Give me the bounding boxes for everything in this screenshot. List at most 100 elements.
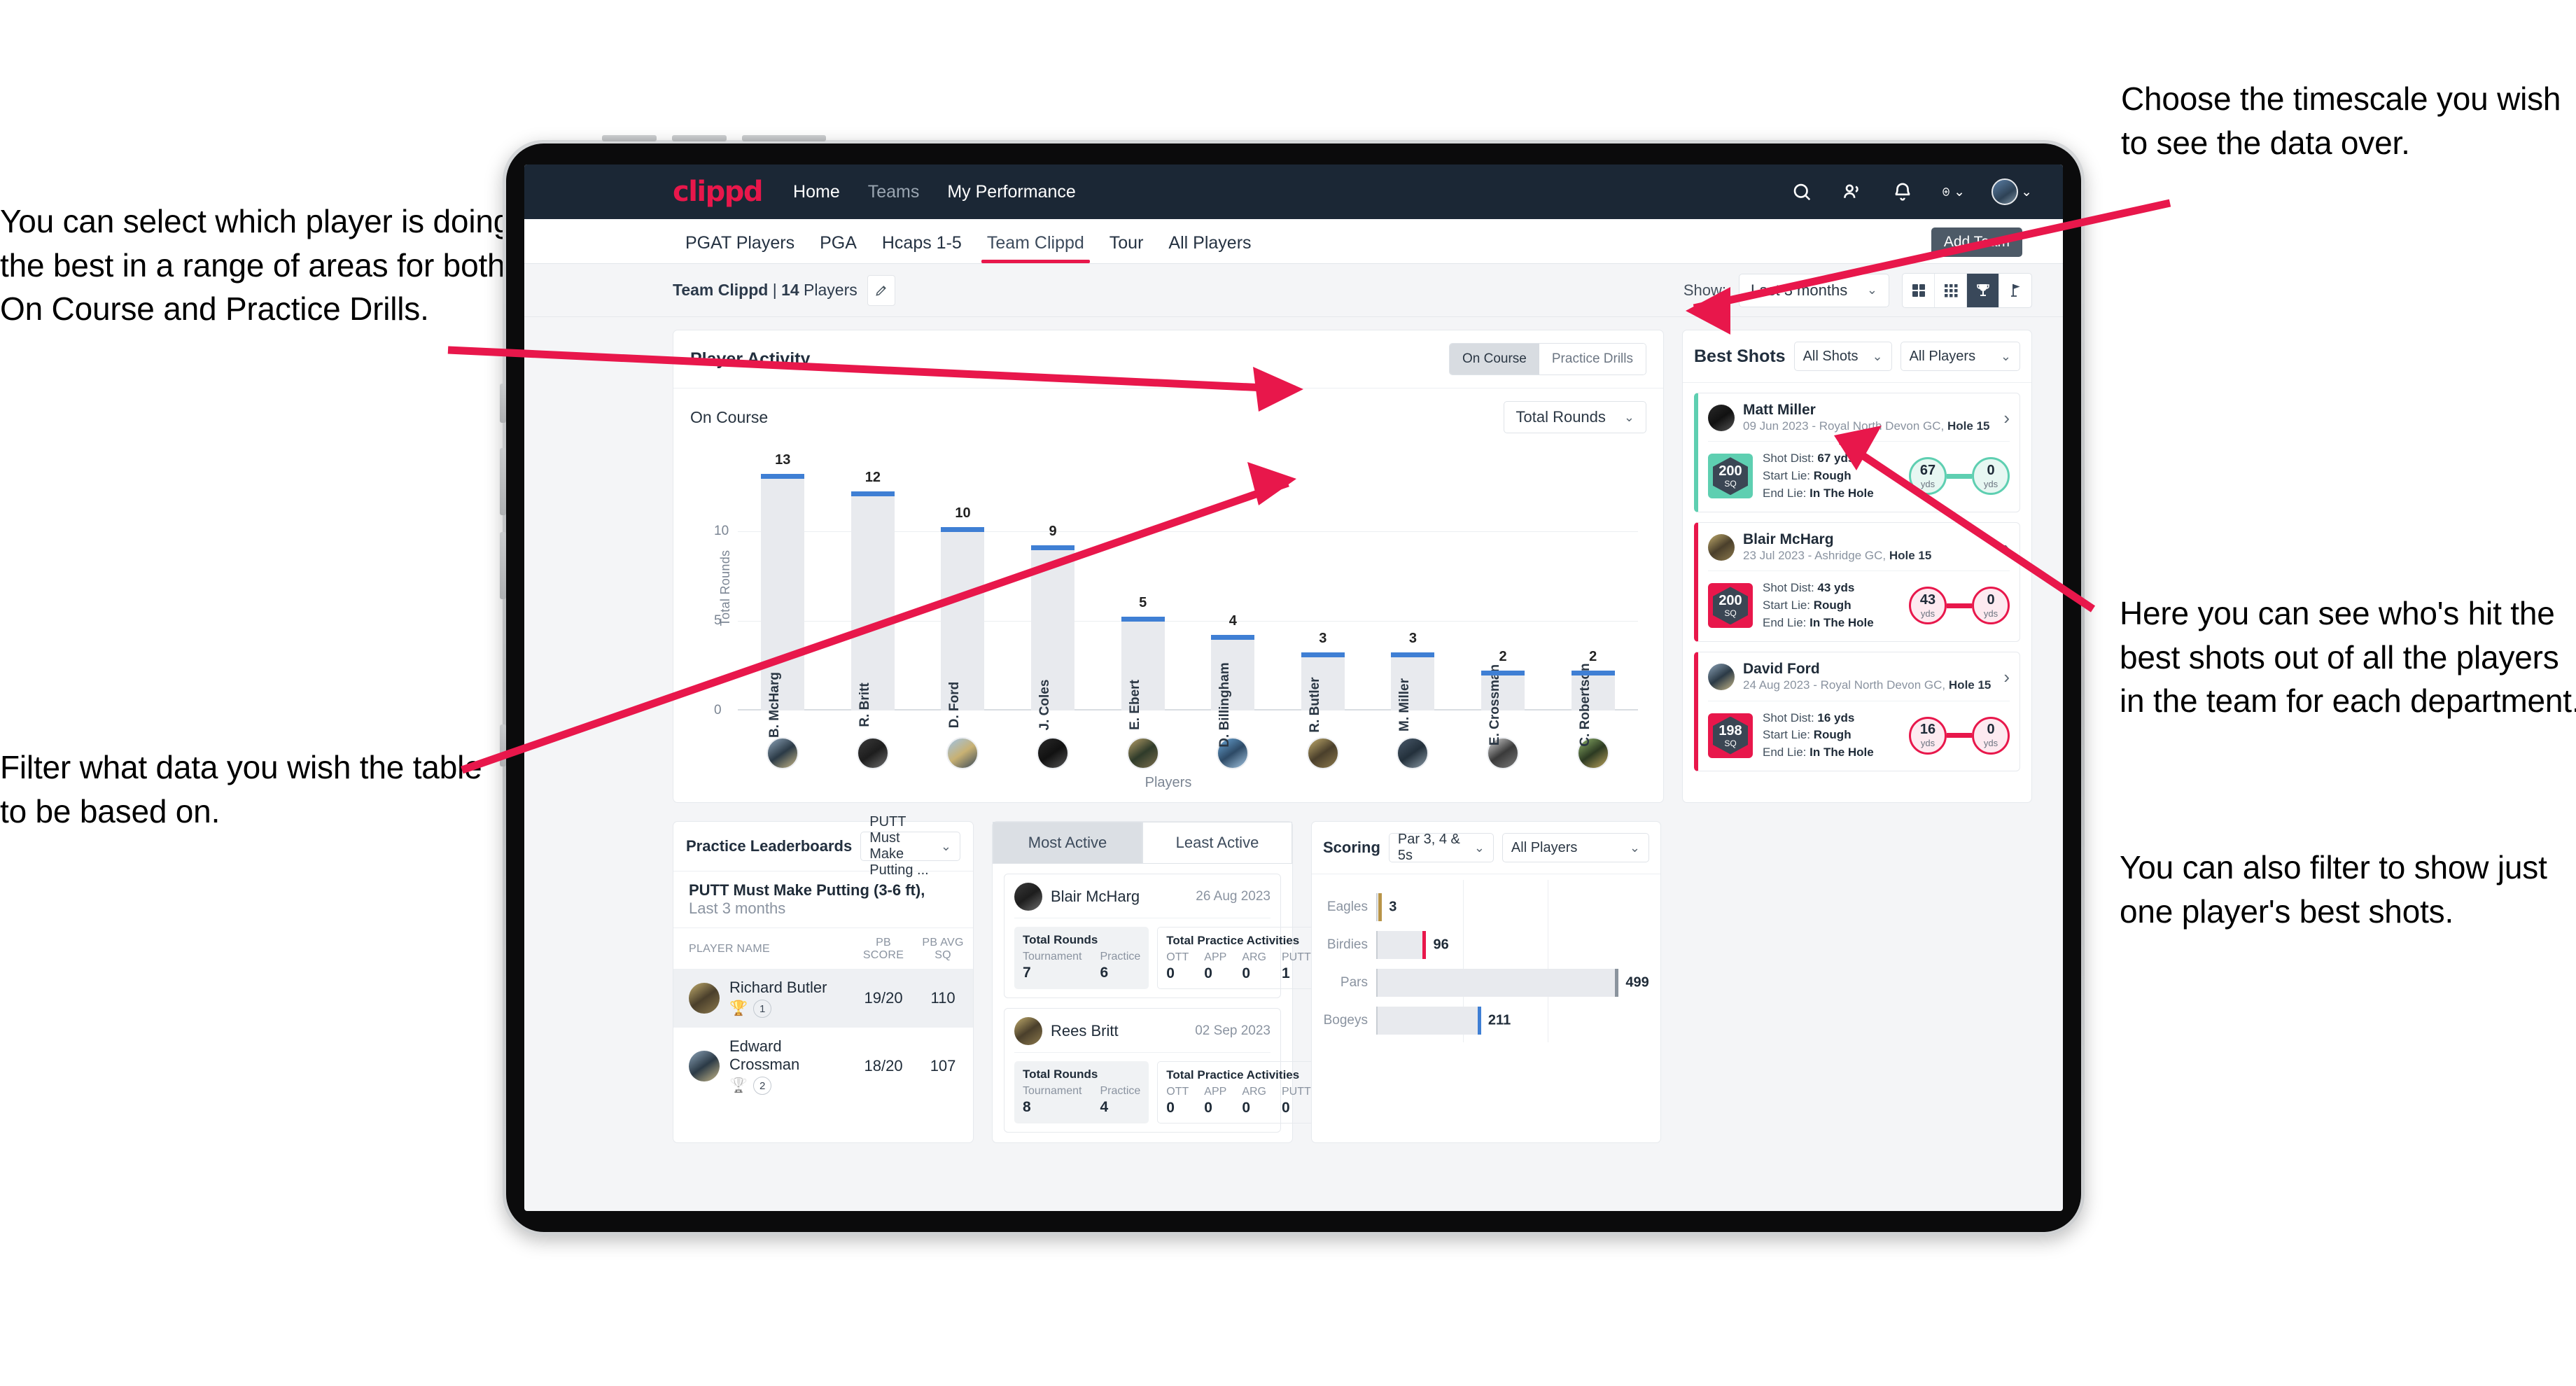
- list-item[interactable]: Rees Britt 02 Sep 2023 Total Rounds Tournam…: [1004, 1008, 1320, 1133]
- chart-bar-column[interactable]: 2 E. Crossman: [1481, 460, 1525, 746]
- tab-hcaps-1-5[interactable]: Hcaps 1-5: [869, 233, 974, 263]
- activity-item-header: Rees Britt 02 Sep 2023: [1014, 1017, 1270, 1053]
- scoring-bar-row[interactable]: Bogeys 211: [1319, 1002, 1645, 1040]
- chart-bar-column[interactable]: 12 R. Britt: [850, 460, 895, 727]
- chart-bar-column[interactable]: 13 B. McHarg: [761, 452, 805, 738]
- chart-bar-column[interactable]: 10 D. Ford: [941, 460, 985, 728]
- scoring-bar-track: 499: [1376, 969, 1649, 997]
- distance-connector: [1947, 733, 1972, 738]
- chevron-right-icon[interactable]: ›: [2003, 666, 2010, 688]
- practice-leaderboards-subtitle: PUTT Must Make Putting (3-6 ft), Last 3 …: [673, 872, 973, 928]
- chevron-down-icon[interactable]: ⌄: [2021, 184, 2032, 200]
- chart-bar-value: 3: [1408, 631, 1418, 647]
- clippd-logo[interactable]: clippd: [673, 176, 764, 208]
- stat-key: Tournament: [1023, 1085, 1082, 1097]
- shot-dist-line: Shot Dist: 16 yds: [1763, 710, 1855, 724]
- grid-large-icon[interactable]: [1903, 273, 1935, 307]
- table-row[interactable]: Richard Butler 🏆 1 19/20 110: [673, 969, 973, 1028]
- tab-pgat-players[interactable]: PGAT Players: [673, 233, 807, 263]
- drill-select[interactable]: PUTT Must Make Putting ... ⌄: [860, 814, 960, 878]
- activity-player-name: Blair McHarg: [1051, 888, 1140, 905]
- metric-select[interactable]: Total Rounds ⌄: [1504, 401, 1646, 433]
- chart-bar: J. Coles: [1031, 545, 1075, 730]
- player-avatar[interactable]: [1037, 737, 1070, 769]
- shot-quality-value: 198: [1718, 722, 1742, 738]
- chevron-right-icon[interactable]: ›: [2003, 537, 2010, 559]
- flagstick-icon[interactable]: [1999, 274, 2031, 307]
- chart-bar-label: C. Robertson: [1577, 663, 1592, 747]
- tab-team-clippd[interactable]: Team Clippd: [974, 233, 1097, 263]
- segment-practice-drills[interactable]: Practice Drills: [1539, 344, 1646, 374]
- nav-link-my-performance[interactable]: My Performance: [947, 182, 1075, 202]
- stat-column: OTT 0: [1166, 951, 1189, 982]
- activity-date: 02 Sep 2023: [1195, 1023, 1270, 1038]
- cell-pb-score: 18/20: [864, 1057, 903, 1074]
- chart-bar-column[interactable]: 9 J. Coles: [1031, 460, 1075, 730]
- player-avatar[interactable]: [1306, 737, 1339, 769]
- screenshot-stage: You can select which player is doing the…: [0, 0, 2576, 1386]
- shot-type-select[interactable]: All Shots ⌄: [1793, 342, 1892, 371]
- scoring-bar-row[interactable]: Eagles 3: [1319, 888, 1645, 926]
- scoring-bar-cap: [1615, 969, 1619, 997]
- stat-value: 0: [1166, 965, 1175, 981]
- edit-pencil-icon[interactable]: [867, 274, 895, 306]
- tab-most-active[interactable]: Most Active: [993, 822, 1142, 864]
- chevron-down-icon[interactable]: ⌄: [1954, 184, 1965, 200]
- chart-bar-label: M. Miller: [1397, 678, 1413, 732]
- player-avatar[interactable]: [1126, 737, 1159, 769]
- tab-pga[interactable]: PGA: [807, 233, 869, 263]
- shot-quality-unit: SQ: [1724, 738, 1737, 748]
- scoring-bar-row[interactable]: Pars 499: [1319, 964, 1649, 1002]
- chart-bar-column[interactable]: 3 R. Butler: [1301, 460, 1345, 733]
- scoring-bar-track: 96: [1376, 931, 1645, 959]
- tab-tour[interactable]: Tour: [1097, 233, 1156, 263]
- tab-all-players[interactable]: All Players: [1156, 233, 1264, 263]
- scoring-player-select[interactable]: All Players ⌄: [1502, 833, 1649, 862]
- nav-link-teams[interactable]: Teams: [868, 182, 920, 202]
- chart-bar-value: 2: [1499, 648, 1507, 664]
- list-item[interactable]: Blair McHarg 26 Aug 2023 Total Rounds Tourn…: [1004, 874, 1320, 998]
- best-shot-card[interactable]: Blair McHarg 23 Jul 2023 - Ashridge GC, H…: [1694, 522, 2020, 643]
- cell-player: Edward Crossman 🏆 2: [673, 1028, 854, 1105]
- chart-bar-column[interactable]: 2 C. Robertson: [1571, 460, 1615, 747]
- player-avatar[interactable]: [766, 737, 799, 769]
- people-icon[interactable]: [1840, 180, 1864, 204]
- chevron-right-icon[interactable]: ›: [2003, 407, 2010, 429]
- profile-menu[interactable]: ⌄: [1991, 178, 2032, 205]
- segment-on-course[interactable]: On Course: [1450, 344, 1539, 374]
- chart-bar-column[interactable]: 5 E. Ebert: [1121, 460, 1165, 730]
- best-shot-card[interactable]: Matt Miller 09 Jun 2023 - Royal North Dev…: [1694, 393, 2020, 513]
- best-shots-player-select[interactable]: All Players ⌄: [1900, 342, 2020, 371]
- total-rounds-values: Tournament 7 Practice 6: [1023, 951, 1140, 981]
- grid-small-icon[interactable]: [1935, 273, 1967, 307]
- trophy-icon[interactable]: [1967, 273, 1999, 307]
- leaderboard-table: PLAYER NAME PB SCORE PB AVG SQ Richard B…: [673, 928, 973, 1105]
- chart-bar-column[interactable]: 4 D. Billingham: [1211, 460, 1255, 748]
- player-avatar[interactable]: [1396, 737, 1429, 769]
- best-shot-date: 23 Jul 2023: [1743, 549, 1805, 563]
- chart-bar-column[interactable]: 3 M. Miller: [1391, 460, 1435, 732]
- avatar: [1708, 405, 1735, 432]
- scoring-card: Scoring Par 3, 4 & 5s ⌄ All Players ⌄ Ea…: [1311, 821, 1661, 1143]
- col-pb-score: PB SCORE: [862, 937, 904, 961]
- par-select-value: Par 3, 4 & 5s: [1397, 832, 1460, 863]
- best-shot-details: Shot Dist: 67 yds Start Lie: Rough End Lie…: [1763, 450, 1874, 502]
- best-shot-card[interactable]: David Ford 24 Aug 2023 - Royal North Devo…: [1694, 652, 2020, 772]
- tab-least-active[interactable]: Least Active: [1142, 822, 1292, 864]
- scoring-bar-row[interactable]: Birdies 96: [1319, 926, 1645, 964]
- chart-bar-value: 13: [775, 451, 791, 468]
- chevron-down-icon: ⌄: [940, 839, 951, 853]
- avatar[interactable]: [1991, 178, 2019, 205]
- start-lie-line: Start Lie: Rough: [1763, 598, 1851, 612]
- dashboard-row-bottom: Practice Leaderboards PUTT Must Make Put…: [673, 814, 2032, 1143]
- plus-circle-icon[interactable]: ⌄: [1941, 180, 1965, 204]
- player-avatar[interactable]: [856, 737, 889, 769]
- search-icon[interactable]: [1790, 180, 1814, 204]
- bell-icon[interactable]: [1891, 180, 1914, 204]
- best-shot-details: Shot Dist: 43 yds Start Lie: Rough End Lie…: [1763, 580, 1874, 631]
- table-row[interactable]: Edward Crossman 🏆 2 18/20 107: [673, 1028, 973, 1105]
- nav-link-home[interactable]: Home: [793, 182, 840, 202]
- player-avatar[interactable]: [946, 737, 979, 769]
- timescale-select[interactable]: Last 3 months ⌄: [1739, 273, 1889, 307]
- par-select[interactable]: Par 3, 4 & 5s ⌄: [1388, 832, 1494, 863]
